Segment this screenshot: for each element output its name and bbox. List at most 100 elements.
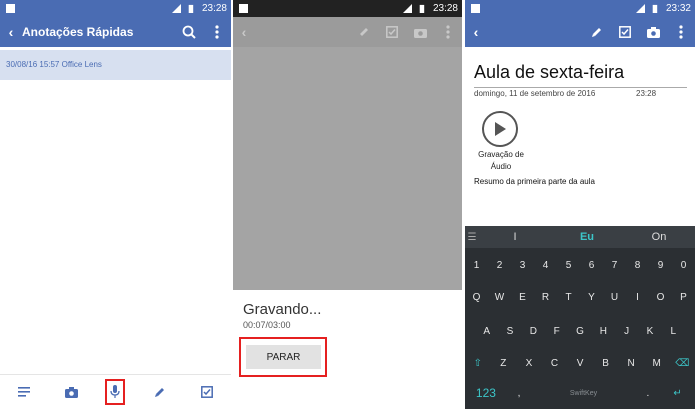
key[interactable]: T	[557, 292, 580, 303]
key[interactable]: K	[638, 326, 661, 337]
suggestion-1[interactable]: I	[479, 231, 551, 243]
image-icon	[239, 4, 248, 13]
key[interactable]: O	[649, 292, 672, 303]
audio-label: Gravação de	[478, 150, 524, 159]
key[interactable]: 5	[557, 260, 580, 271]
key[interactable]: 2	[488, 260, 511, 271]
signal-icon	[635, 4, 645, 13]
search-icon[interactable]	[175, 17, 203, 47]
suggestion-2[interactable]: Eu	[551, 231, 623, 243]
key[interactable]: V	[567, 358, 593, 369]
key[interactable]: 6	[580, 260, 603, 271]
app-bar: ‹	[233, 17, 462, 47]
period-key[interactable]: .	[636, 388, 660, 399]
comma-key[interactable]: ,	[507, 388, 531, 399]
note-body-text[interactable]: Resumo da primeira parte da aula	[474, 177, 595, 186]
list-icon[interactable]	[11, 379, 37, 405]
letter-row-1: Q W E R T Y U I O P	[465, 286, 695, 308]
key[interactable]: A	[475, 326, 498, 337]
app-bar: ‹ Anotações Rápidas	[0, 17, 231, 47]
status-time: 23:28	[201, 3, 227, 14]
status-bar: 23:28	[233, 0, 462, 17]
signal-icon	[171, 4, 181, 13]
pencil-icon[interactable]	[583, 17, 611, 47]
panel-recording: 23:28 ‹ Gravando... 00:07/03:00 PARAR	[233, 0, 462, 409]
status-time: 23:28	[432, 3, 458, 14]
suggestion-3[interactable]: On	[623, 231, 695, 243]
key[interactable]: C	[542, 358, 568, 369]
key[interactable]: W	[488, 292, 511, 303]
more-options-icon[interactable]	[203, 17, 231, 47]
key[interactable]: Z	[491, 358, 517, 369]
status-bar: 23:28	[0, 0, 231, 17]
back-icon[interactable]: ‹	[465, 24, 487, 40]
back-icon[interactable]: ‹	[233, 24, 255, 40]
key[interactable]: S	[498, 326, 521, 337]
key[interactable]: B	[593, 358, 619, 369]
play-icon[interactable]	[482, 111, 518, 147]
bottom-row: 123 , SwiftKey . ↵	[465, 382, 695, 404]
signal-icon	[402, 4, 412, 13]
camera-icon[interactable]	[406, 17, 434, 47]
note-date: domingo, 11 de setembro de 2016	[474, 89, 596, 98]
space-bar[interactable]: SwiftKey	[531, 390, 636, 397]
note-title[interactable]: Aula de sexta-feira	[474, 62, 624, 83]
key[interactable]: 8	[626, 260, 649, 271]
camera-icon[interactable]	[58, 379, 84, 405]
stop-button-highlight: PARAR	[239, 337, 327, 377]
key[interactable]: G	[568, 326, 591, 337]
shift-icon[interactable]: ⇧	[465, 358, 491, 369]
checkbox-icon[interactable]	[611, 17, 639, 47]
key[interactable]: 0	[672, 260, 695, 271]
recording-time: 00:07/03:00	[243, 320, 291, 330]
title-divider	[474, 87, 687, 88]
backspace-icon[interactable]: ⌫	[670, 358, 695, 369]
numbers-key[interactable]: 123	[465, 386, 507, 400]
key[interactable]: 4	[534, 260, 557, 271]
letter-row-3: ⇧ Z X C V B N M ⌫	[465, 352, 695, 374]
key[interactable]: I	[626, 292, 649, 303]
status-time: 23:32	[665, 3, 691, 14]
key[interactable]: P	[672, 292, 695, 303]
key[interactable]: N	[618, 358, 644, 369]
microphone-icon[interactable]	[105, 379, 126, 405]
back-icon[interactable]: ‹	[0, 24, 22, 40]
key[interactable]: 9	[649, 260, 672, 271]
camera-icon[interactable]	[639, 17, 667, 47]
key[interactable]: Y	[580, 292, 603, 303]
number-row: 1 2 3 4 5 6 7 8 9 0	[465, 254, 695, 276]
app-bar: ‹	[465, 17, 695, 47]
suggestion-bar: ☰ I Eu On	[465, 226, 695, 248]
battery-icon	[188, 4, 194, 13]
dimmed-overlay	[233, 47, 462, 290]
key[interactable]: F	[545, 326, 568, 337]
key[interactable]: 7	[603, 260, 626, 271]
battery-icon	[652, 4, 658, 13]
enter-icon[interactable]: ↵	[660, 388, 695, 399]
checkbox-icon[interactable]	[378, 17, 406, 47]
key[interactable]: M	[644, 358, 670, 369]
key[interactable]: L	[662, 326, 685, 337]
note-time: 23:28	[636, 89, 657, 98]
more-options-icon[interactable]	[667, 17, 695, 47]
key[interactable]: 1	[465, 260, 488, 271]
list-item[interactable]: 30/08/16 15:57 Office Lens	[0, 50, 231, 80]
key[interactable]: 3	[511, 260, 534, 271]
status-bar: 23:32	[465, 0, 695, 17]
key[interactable]: Q	[465, 292, 488, 303]
key[interactable]: D	[522, 326, 545, 337]
key[interactable]: X	[516, 358, 542, 369]
key[interactable]: H	[592, 326, 615, 337]
pencil-icon[interactable]	[350, 17, 378, 47]
stop-button[interactable]: PARAR	[246, 345, 321, 369]
more-options-icon[interactable]	[434, 17, 462, 47]
pencil-icon[interactable]	[147, 379, 173, 405]
key[interactable]: R	[534, 292, 557, 303]
checkbox-icon[interactable]	[194, 379, 220, 405]
key[interactable]: U	[603, 292, 626, 303]
audio-label-2: Áudio	[490, 162, 512, 171]
keyboard: ☰ I Eu On 1 2 3 4 5 6 7 8 9 0 Q W E R T …	[465, 226, 695, 409]
menu-icon[interactable]: ☰	[465, 232, 479, 243]
key[interactable]: E	[511, 292, 534, 303]
key[interactable]: J	[615, 326, 638, 337]
